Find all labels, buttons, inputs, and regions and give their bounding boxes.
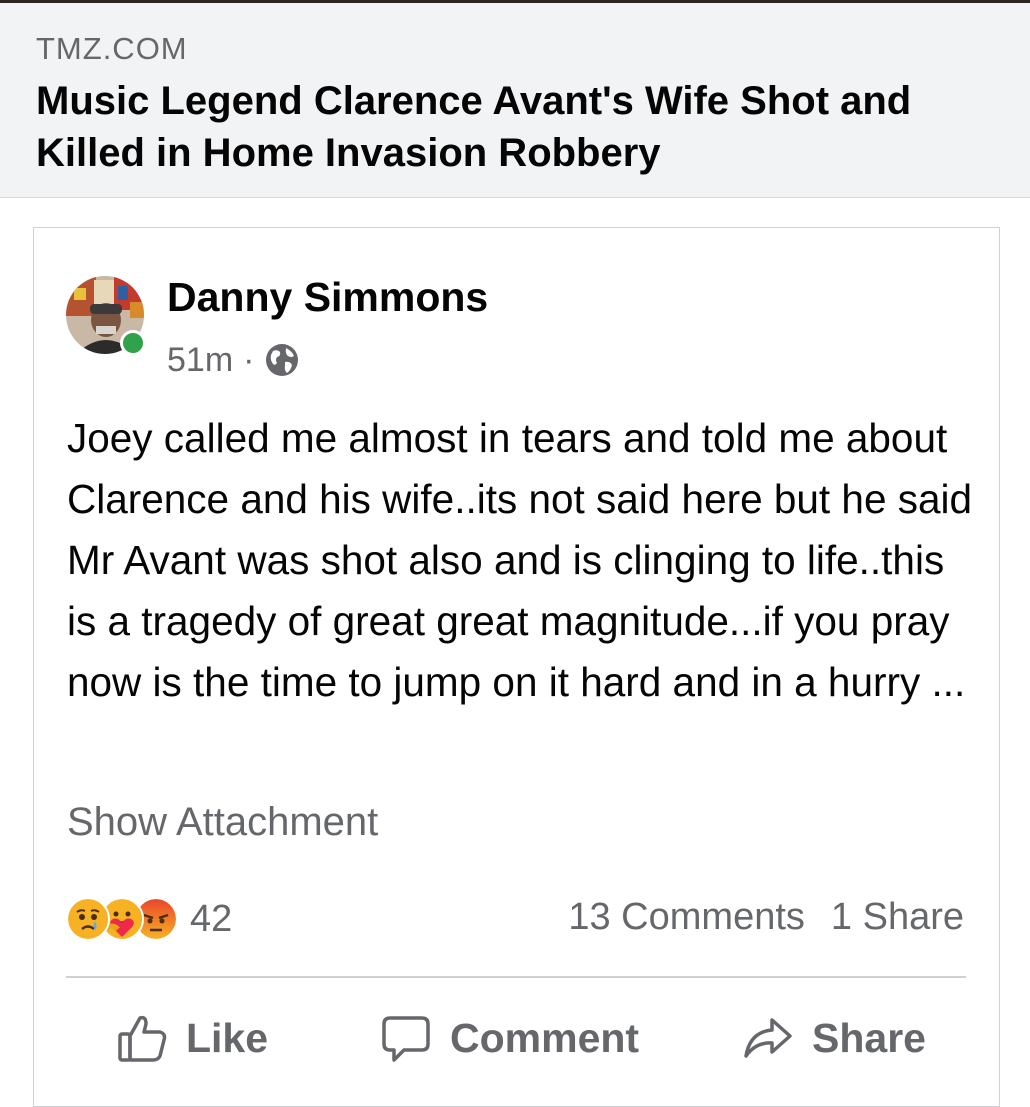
reaction-count: 42	[190, 897, 233, 940]
online-status-icon	[120, 330, 146, 356]
link-title[interactable]: Music Legend Clarence Avant's Wife Shot …	[36, 75, 1006, 179]
globe-icon[interactable]	[264, 342, 300, 378]
link-domain: TMZ.COM	[36, 31, 188, 66]
post-meta: 51m ·	[167, 338, 300, 382]
show-attachment-link[interactable]: Show Attachment	[67, 800, 378, 845]
share-label: Share	[812, 1014, 926, 1061]
meta-separator: ·	[243, 340, 255, 379]
share-button[interactable]: Share	[742, 1008, 926, 1068]
like-button[interactable]: Like	[116, 1008, 268, 1068]
sad-icon	[66, 897, 110, 941]
engagement-counts: 13 Comments 1 Share	[568, 896, 964, 939]
action-divider	[66, 976, 966, 978]
reactions-summary[interactable]: 42	[66, 896, 232, 942]
thumbs-up-icon	[118, 1015, 167, 1062]
post-text: Joey called me almost in tears and told …	[67, 415, 973, 705]
comment-label: Comment	[450, 1014, 640, 1061]
author-name[interactable]: Danny Simmons	[167, 274, 488, 321]
like-label: Like	[186, 1014, 269, 1061]
share-arrow-icon	[744, 1018, 792, 1058]
comment-icon	[382, 1016, 430, 1062]
comment-button[interactable]: Comment	[380, 1008, 639, 1068]
post-time[interactable]: 51m	[167, 341, 233, 380]
comments-count-link[interactable]: 13 Comments	[568, 896, 805, 939]
shares-count-link[interactable]: 1 Share	[831, 896, 964, 939]
link-preview[interactable]: TMZ.COM Music Legend Clarence Avant's Wi…	[0, 3, 1030, 198]
